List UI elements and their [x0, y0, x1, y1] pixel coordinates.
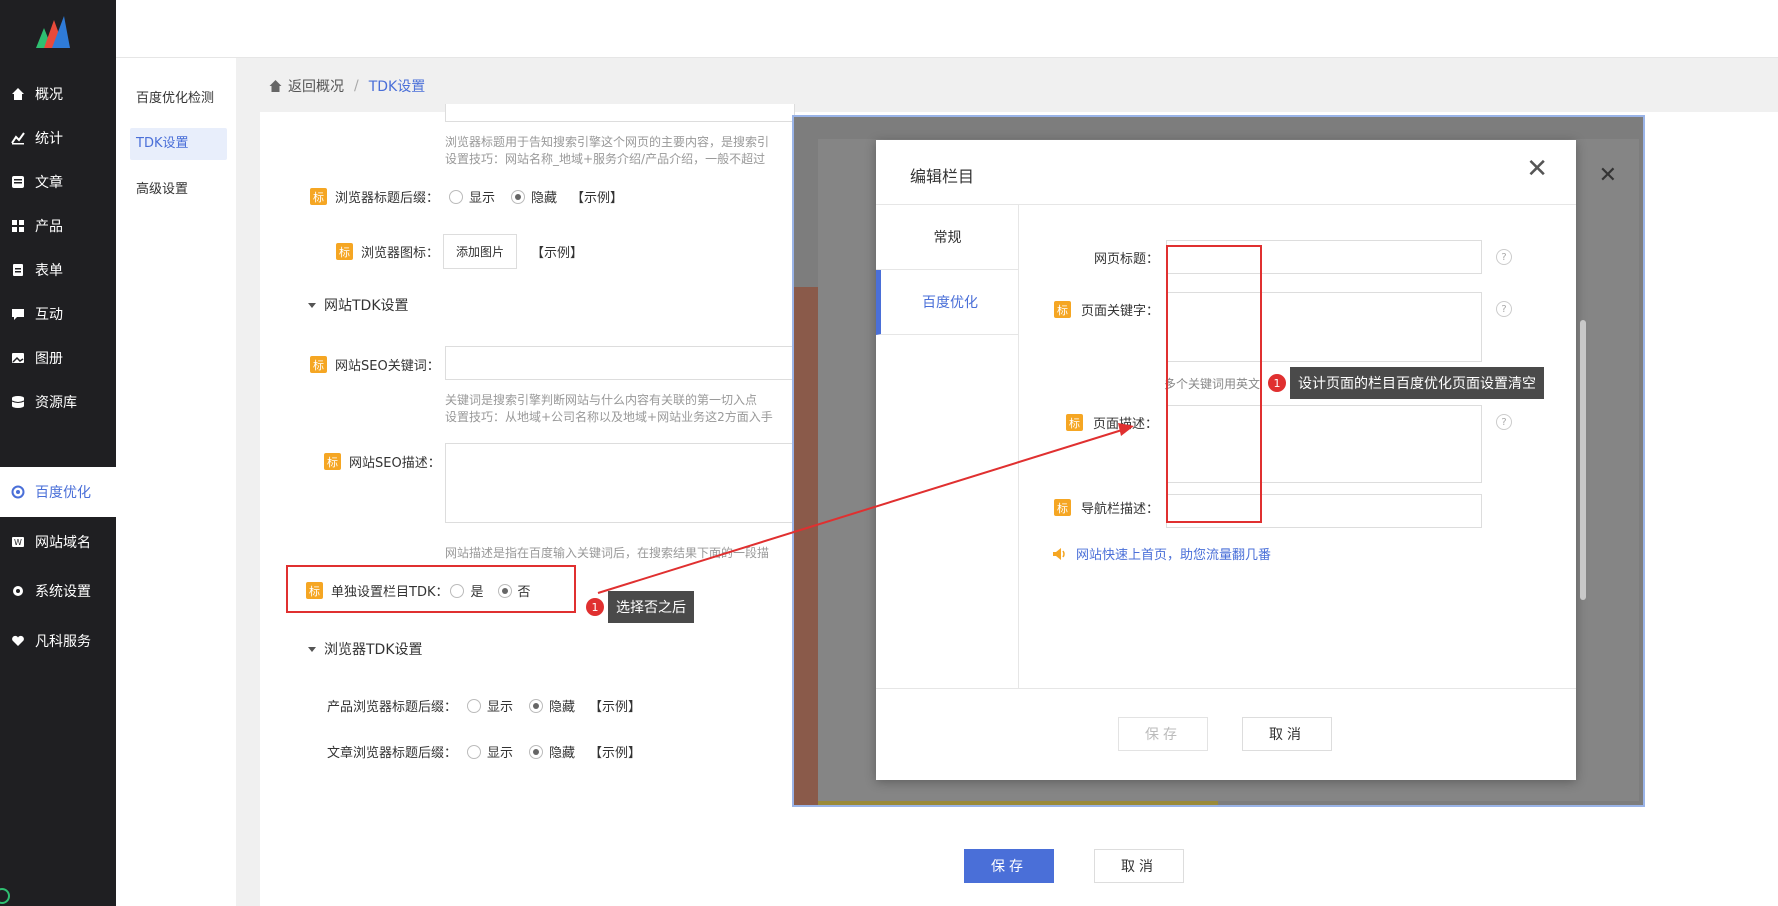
annotation-arrow [597, 423, 1134, 594]
